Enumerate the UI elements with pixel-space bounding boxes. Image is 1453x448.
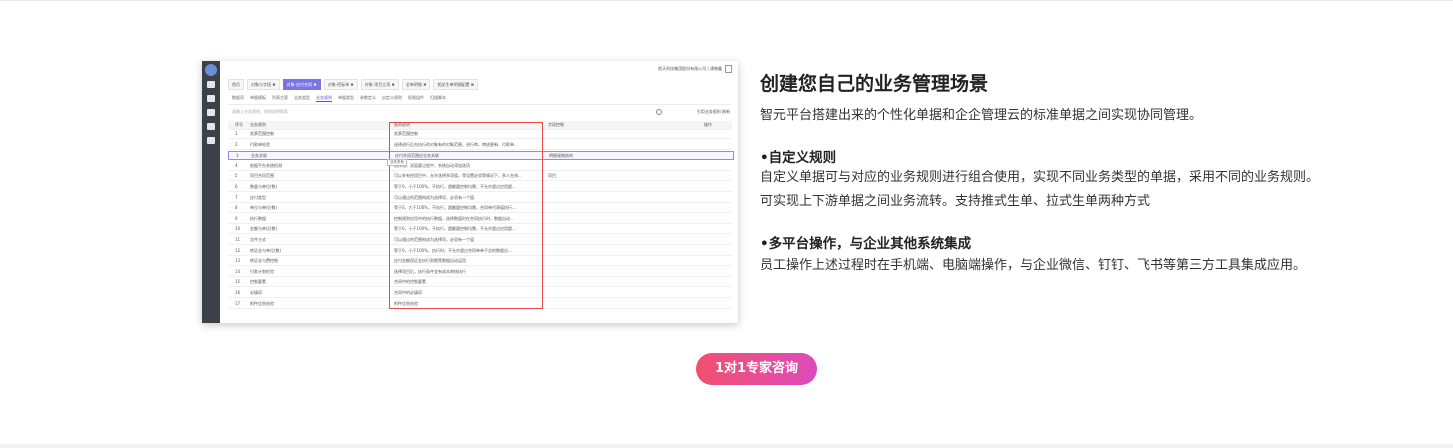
menu-icon [207, 137, 215, 144]
screenshot-tab: 对象-项目立项 ✖ [360, 79, 399, 90]
screenshot-tab: 对象-招标单 ✖ [323, 79, 358, 90]
screenshot-subtab: 单据类型 [338, 95, 354, 100]
pin-icon [207, 95, 215, 102]
search-icon [656, 109, 662, 115]
table-cell-name: 项目合同范围 [250, 173, 274, 179]
table-cell-name: 转证金与费控制 [250, 258, 278, 264]
feature-text-multiplatform: 员工操作上述过程时在手机端、电脑端操作，与企业微信、钉钉、飞书等第三方工具集成应… [760, 258, 1307, 273]
top-divider [0, 0, 1453, 1]
table-cell-field: 明细规格结构 [549, 153, 573, 159]
table-cell-name: 单位与单位(数) [250, 205, 278, 211]
screenshot-subtab: 单据模板 [250, 95, 266, 100]
consult-button[interactable]: 1对1专家咨询 [696, 353, 817, 385]
screenshot-toolbar: 引用业务规则 刷新 [696, 109, 730, 114]
table-cell-no: 17 [235, 300, 241, 306]
document-icon [207, 123, 215, 130]
table-cell-name: 必填项 [250, 290, 262, 295]
screenshot-company-user: 航天科技集团股份有限公司 | 谭晓鑫 [658, 66, 722, 71]
table-cell-no: 14 [235, 268, 241, 274]
table-cell-no: 5 [235, 173, 238, 179]
highlight-box [389, 122, 543, 309]
screenshot-subtab: 权限组件 [408, 95, 424, 100]
bottom-divider [0, 444, 1453, 448]
header-name: 业务规则 [250, 122, 266, 127]
screenshot-search-input: 请输入业务规则、规则说明搜索 [232, 109, 288, 114]
feature-text-custom-rules: 自定义单据可与对应的业务规则进行组合使用，实现不同业务类型的单据，采用不同的业务… [760, 170, 1320, 209]
table-cell-no: 1 [235, 131, 238, 136]
home-icon [207, 81, 215, 88]
table-cell-name: 应付类型 [250, 194, 266, 200]
table-cell-name: 业务关联 [251, 153, 267, 159]
table-cell-no: 12 [235, 247, 241, 253]
table-cell-name: 付款单检验 [250, 141, 270, 147]
table-cell-name: 文件方式 [250, 237, 266, 242]
table-cell-no: 11 [235, 237, 241, 242]
app-logo-icon [205, 64, 217, 76]
table-cell-field: 项目 [548, 173, 556, 179]
flow-icon [207, 109, 215, 116]
screenshot-tab: 对象-应付合同 ✖ [282, 79, 321, 90]
table-cell-no: 7 [235, 194, 238, 200]
screenshot-tab: 全单明细 ✖ [401, 79, 431, 90]
product-screenshot: 航天科技集团股份有限公司 | 谭晓鑫 首页 对象与字段 ✖ 对象-应付合同 ✖ 对象-… [202, 61, 738, 323]
table-cell-name: 发票范围控制 [250, 131, 274, 136]
screenshot-subtab: 列表方案 [272, 95, 288, 100]
feature-title-multiplatform: •多平台操作，与企业其他系统集成 [760, 236, 972, 252]
table-cell-name: 转证金与单位(数) [250, 247, 282, 253]
screenshot-tooltip: 业务关系 [387, 159, 407, 166]
screenshot-subtab: 自定义规则 [382, 95, 402, 100]
screenshot-subtabs: 数据项 单据模板 列表方案 业务类型 业务规则 单据类型 参数定义 自定义规则 权限组件 扫描脚本 [232, 95, 446, 102]
screenshot-subtab: 扫描脚本 [430, 95, 446, 100]
section-title: 创建您自己的业务管理场景 [760, 73, 989, 95]
screenshot-tab: 对象与字段 ✖ [247, 79, 280, 90]
section-intro: 智元平台搭建出来的个性化单据和企企管理云的标准单据之间实现协同管理。 [760, 108, 1203, 123]
table-cell-no: 16 [235, 290, 241, 295]
table-cell-name: 控制要素 [250, 279, 266, 285]
table-cell-name: 金额与单位(数) [250, 226, 278, 232]
screenshot-divider [228, 104, 732, 105]
table-cell-no: 15 [235, 279, 241, 285]
screenshot-subtab: 数据项 [232, 95, 244, 100]
header-no: 序号 [235, 122, 243, 127]
table-cell-no: 8 [235, 205, 238, 211]
table-cell-no: 2 [235, 141, 238, 147]
feature-title-custom-rules: •自定义规则 [760, 150, 837, 166]
table-cell-no: 13 [235, 258, 241, 264]
table-cell-no: 4 [235, 162, 238, 168]
table-cell-name: 附件信息校验 [250, 300, 274, 306]
table-cell-name: 依据平台系统检测 [250, 162, 282, 168]
screenshot-subtab: 参数定义 [360, 95, 376, 100]
table-cell-no: 3 [236, 153, 239, 159]
header-op: 操作 [704, 122, 712, 127]
page-icon [725, 65, 732, 73]
table-cell-name: 付款计划检验 [250, 268, 274, 274]
screenshot-subtab: 业务类型 [294, 95, 310, 100]
screenshot-tabs: 首页 对象与字段 ✖ 对象-应付合同 ✖ 对象-招标单 ✖ 对象-项目立项 ✖ 全单明细 … [228, 79, 479, 90]
header-field: 字段控制 [548, 122, 564, 127]
screenshot-subtab: 业务规则 [316, 95, 332, 102]
table-cell-name: 数量与单位(数) [250, 184, 278, 189]
screenshot-sidebar [202, 61, 220, 323]
table-cell-no: 10 [235, 226, 241, 232]
table-cell-no: 6 [235, 184, 238, 189]
table-cell-name: 执行数据 [250, 215, 266, 221]
screenshot-tab: 首页 [228, 79, 244, 90]
table-cell-no: 9 [235, 215, 238, 221]
screenshot-tab: 相关生单明细配置 ✖ [433, 79, 479, 90]
